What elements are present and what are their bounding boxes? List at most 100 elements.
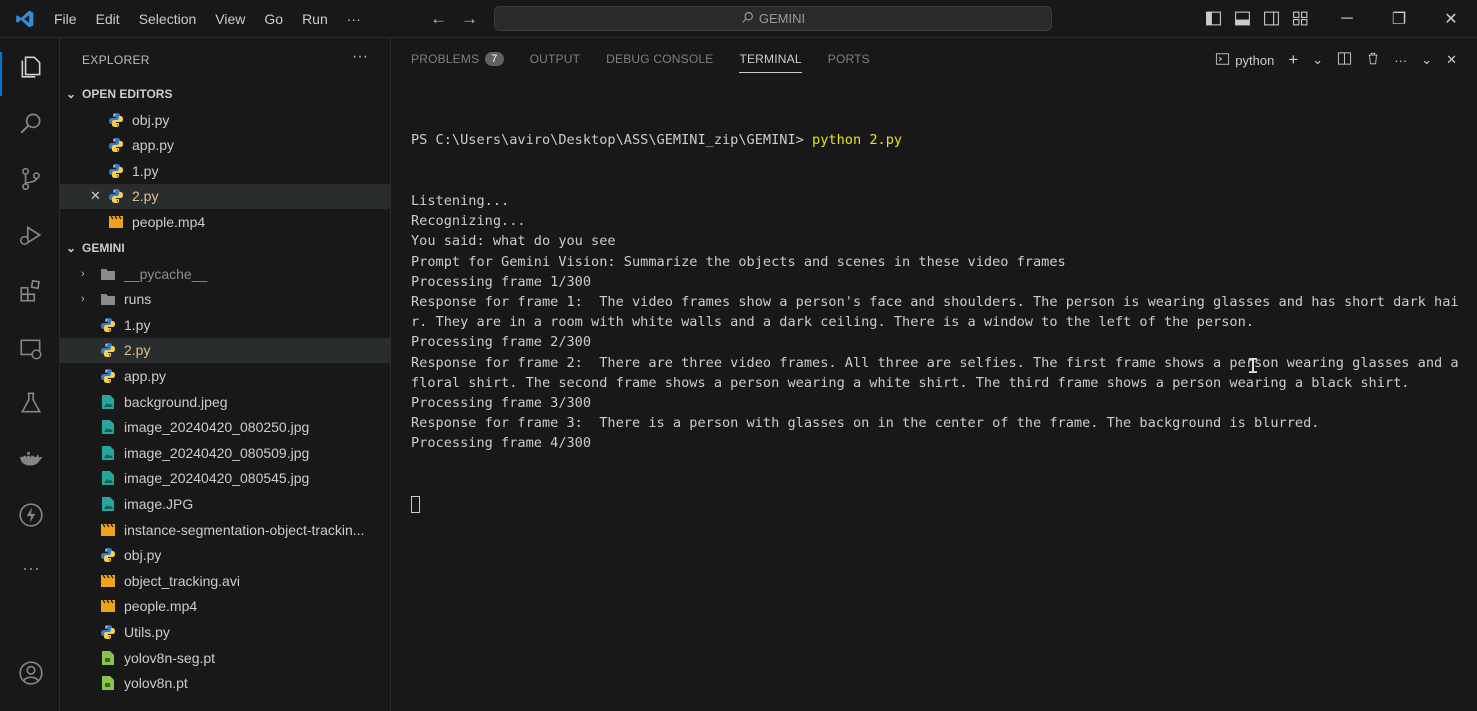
menu-edit[interactable]: Edit — [96, 11, 120, 27]
menu-selection[interactable]: Selection — [139, 11, 197, 27]
file-item[interactable]: › runs — [60, 287, 408, 312]
command-center-search[interactable]: GEMINI — [494, 6, 1052, 31]
file-name: people.mp4 — [132, 213, 206, 230]
extensions-icon[interactable] — [18, 278, 44, 304]
terminal-name: python — [1235, 52, 1275, 68]
terminal-output[interactable]: PS C:\Users\aviro\Desktop\ASS\GEMINI_zip… — [411, 90, 1461, 555]
account-icon[interactable] — [18, 660, 44, 686]
panel-tabs: PROBLEMS 7 OUTPUT DEBUG CONSOLE TERMINAL… — [411, 52, 870, 73]
file-name: image.JPG — [124, 495, 194, 512]
python-icon — [99, 367, 116, 384]
file-item[interactable]: obj.py — [60, 107, 434, 132]
file-item[interactable]: yolov8n.pt — [60, 671, 426, 696]
chevron-down-icon: ⌄ — [65, 87, 77, 101]
search-view-icon[interactable] — [18, 110, 44, 136]
open-editors-header[interactable]: ⌄ OPEN EDITORS — [60, 83, 391, 105]
file-item[interactable]: 2.py7 — [60, 337, 426, 363]
forward-arrow-icon[interactable]: → — [461, 9, 478, 29]
chevron-down-icon[interactable]: ⌄ — [1312, 52, 1323, 68]
back-arrow-icon[interactable]: ← — [430, 9, 447, 29]
python-icon — [107, 111, 124, 128]
toggle-panel-icon[interactable] — [1234, 10, 1251, 27]
trash-icon[interactable] — [1366, 51, 1380, 69]
tab-output[interactable]: OUTPUT — [530, 52, 581, 66]
terminal-line: Response for frame 2: There are three vi… — [411, 354, 1467, 391]
close-panel-icon[interactable]: ✕ — [1446, 52, 1457, 68]
file-name: 2.py — [132, 188, 159, 205]
remote-explorer-icon[interactable] — [18, 336, 44, 362]
python-icon — [107, 162, 124, 179]
file-item[interactable]: 1.py — [60, 158, 434, 183]
image-icon — [99, 444, 116, 461]
tab-label: DEBUG CONSOLE — [606, 52, 714, 66]
file-item[interactable]: people.mp4 — [60, 594, 426, 619]
file-name: Utils.py — [124, 623, 170, 640]
testing-flask-icon[interactable] — [18, 390, 44, 416]
source-control-icon[interactable] — [18, 166, 44, 192]
restore-icon[interactable]: ❐ — [1391, 9, 1407, 29]
activity-bar: ··· — [0, 38, 60, 711]
python-icon — [99, 623, 116, 640]
menu-run[interactable]: Run — [302, 11, 328, 27]
terminal-selector[interactable]: python — [1215, 52, 1274, 69]
terminal-line: Processing frame 1/300 — [411, 273, 592, 290]
file-item[interactable]: background.jpeg — [60, 389, 426, 414]
video-icon — [107, 213, 124, 230]
python-icon — [107, 188, 124, 205]
more-actions-icon[interactable]: ··· — [1394, 53, 1407, 68]
terminal-cursor-line — [411, 494, 1461, 514]
file-item[interactable]: › __pycache__ — [60, 261, 408, 286]
folder-icon — [99, 291, 116, 308]
terminal-line: Processing frame 2/300 — [411, 334, 592, 351]
chevron-right-icon: › — [81, 267, 85, 280]
menu-view[interactable]: View — [215, 11, 245, 27]
file-item[interactable]: app.py — [60, 363, 426, 388]
toggle-secondary-sidebar-icon[interactable] — [1263, 10, 1280, 27]
explorer-more-actions[interactable]: ··· — [352, 48, 368, 66]
file-item[interactable]: obj.py — [60, 543, 426, 568]
tab-debug-console[interactable]: DEBUG CONSOLE — [606, 52, 713, 66]
file-item[interactable]: image.JPG — [60, 491, 426, 516]
customize-layout-icon[interactable] — [1292, 10, 1309, 27]
docker-icon[interactable] — [18, 446, 44, 472]
toggle-sidebar-icon[interactable] — [1205, 10, 1222, 27]
file-item[interactable]: people.mp4 — [60, 209, 434, 234]
file-name: app.py — [132, 137, 175, 154]
new-terminal-icon[interactable]: + — [1288, 50, 1298, 70]
terminal-icon — [1215, 52, 1230, 69]
tab-ports[interactable]: PORTS — [828, 52, 870, 66]
file-item[interactable]: image_20240420_080545.jpg — [60, 466, 426, 491]
file-item[interactable]: image_20240420_080250.jpg — [60, 415, 426, 440]
file-item[interactable]: app.py — [60, 133, 434, 158]
file-item[interactable]: Utils.py — [60, 619, 426, 644]
terminal-line: Response for frame 1: The video frames s… — [411, 294, 1459, 331]
file-item[interactable]: yolov8n-seg.pt — [60, 645, 426, 670]
more-views-icon[interactable]: ··· — [18, 558, 44, 584]
tab-problems[interactable]: PROBLEMS 7 — [411, 52, 504, 66]
maximize-panel-icon[interactable]: ⌄ — [1421, 52, 1432, 68]
python-icon — [107, 137, 124, 154]
menu-more[interactable]: ··· — [347, 11, 361, 27]
title-bar: File Edit Selection View Go Run ··· ← → … — [0, 0, 1477, 38]
file-item[interactable]: object_tracking.avi — [60, 568, 426, 593]
close-window-icon[interactable]: ✕ — [1443, 9, 1459, 29]
vscode-logo-icon[interactable] — [14, 9, 36, 29]
gemini-folder-header[interactable]: ⌄ GEMINI — [60, 237, 391, 259]
file-item[interactable]: 1.py — [60, 312, 426, 337]
lightning-icon[interactable] — [18, 502, 44, 528]
explorer-icon[interactable] — [18, 54, 44, 80]
chevron-down-icon: ⌄ — [65, 241, 77, 255]
minimize-icon[interactable]: ─ — [1339, 10, 1355, 28]
run-debug-icon[interactable] — [18, 222, 44, 248]
tab-terminal[interactable]: TERMINAL — [739, 52, 803, 73]
file-item[interactable]: ✕2.py7 — [60, 183, 434, 209]
image-icon — [99, 470, 116, 487]
close-icon[interactable]: ✕ — [90, 188, 101, 204]
nav-arrows: ← → — [430, 9, 478, 29]
file-name: background.jpeg — [124, 393, 228, 410]
split-terminal-icon[interactable] — [1337, 51, 1352, 69]
menu-file[interactable]: File — [54, 11, 77, 27]
menu-go[interactable]: Go — [264, 11, 283, 27]
file-item[interactable]: image_20240420_080509.jpg — [60, 440, 426, 465]
file-item[interactable]: instance-segmentation-object-trackin... — [60, 517, 426, 542]
